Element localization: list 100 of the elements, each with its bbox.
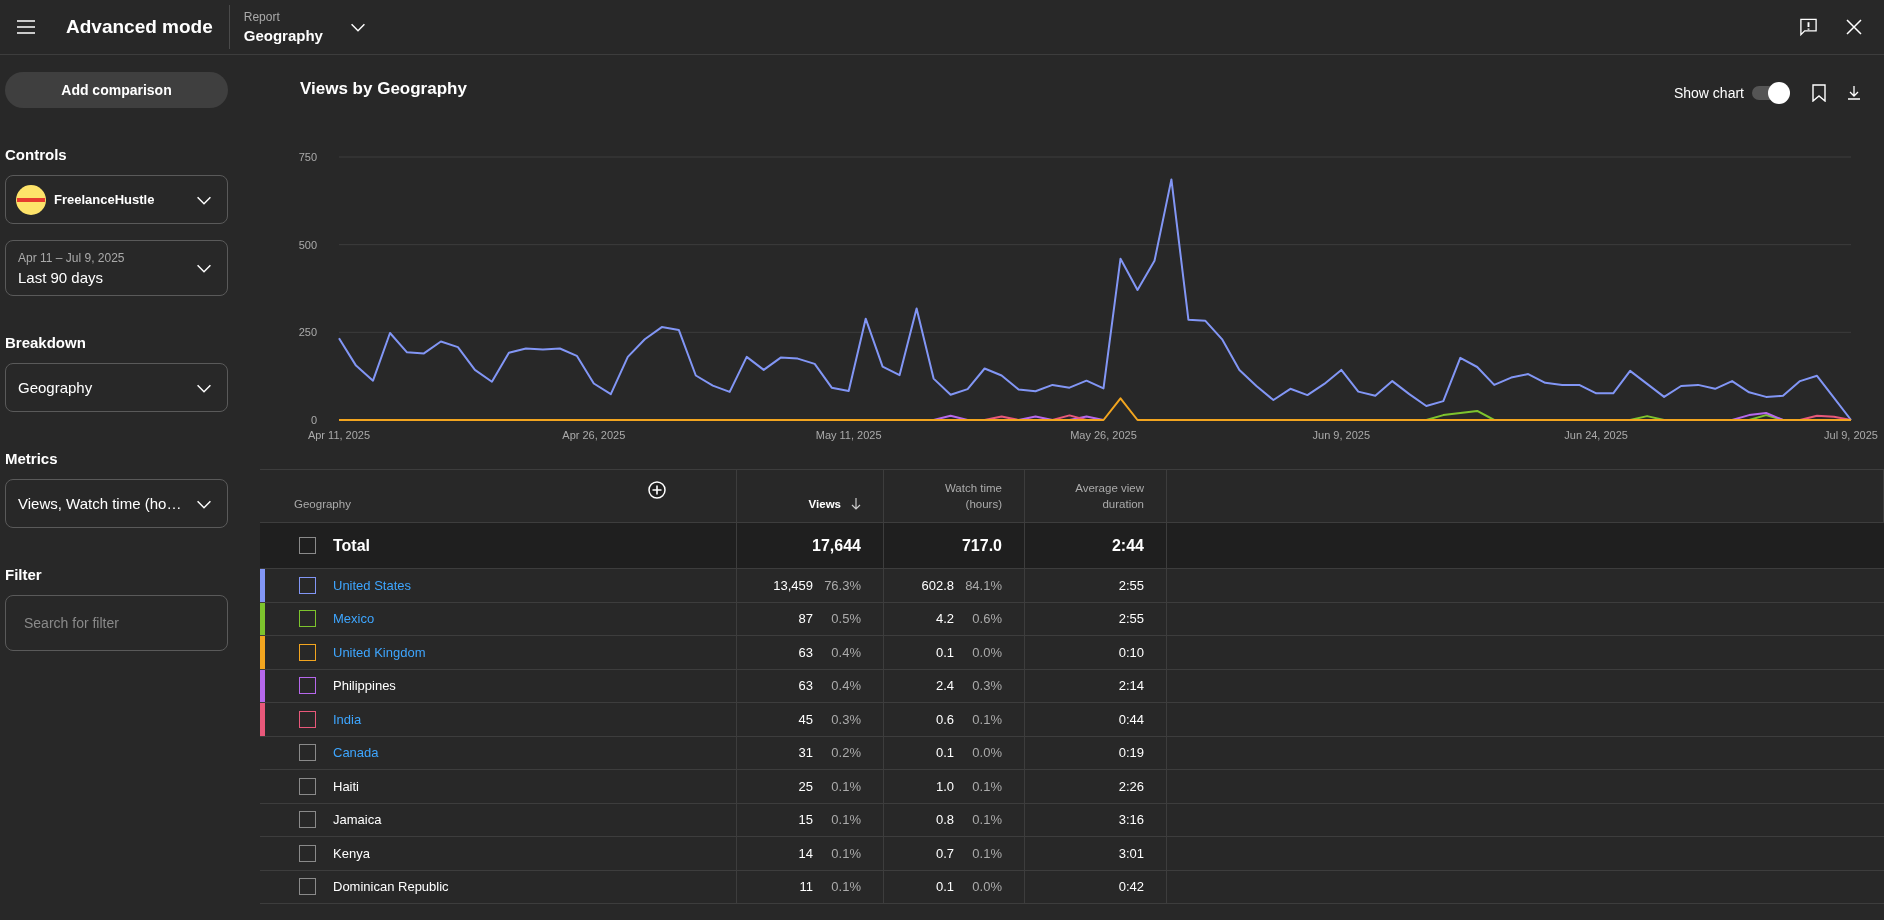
close-icon[interactable] [1846, 19, 1862, 35]
country-name: Philippines [333, 678, 396, 694]
checkbox[interactable] [299, 710, 316, 728]
watch-time-value: 602.8 [921, 577, 954, 593]
country-link[interactable]: United Kingdom [333, 644, 426, 660]
checkbox[interactable] [299, 610, 316, 628]
y-axis-label: 250 [298, 326, 317, 339]
date-range-dropdown[interactable]: Apr 11 – Jul 9, 2025 Last 90 days [5, 240, 228, 296]
checkbox[interactable] [299, 777, 316, 795]
average-duration-value: 0:19 [1118, 745, 1144, 761]
sort-arrow-icon[interactable] [851, 498, 861, 510]
bookmark-icon[interactable] [1812, 84, 1826, 102]
x-axis-label: Jun 24, 2025 [1564, 429, 1628, 441]
country-link[interactable]: Mexico [333, 611, 375, 627]
total-label: Total [333, 536, 371, 555]
country-name: Jamaica [333, 812, 382, 828]
show-chart-label: Show chart [1673, 85, 1744, 101]
country-link[interactable]: United States [333, 577, 412, 593]
column-header[interactable]: Views [808, 496, 841, 512]
views-value: 63 [798, 678, 813, 694]
add-comparison-button[interactable]: Add comparison [5, 72, 228, 108]
views-value: 14 [798, 845, 813, 861]
channel-dropdown[interactable]: FreelanceHustle [5, 175, 228, 224]
x-axis-label: Jun 9, 2025 [1312, 429, 1371, 441]
watch-time-percent: 0.1% [971, 711, 1002, 727]
checkbox[interactable] [299, 537, 316, 554]
watch-time-percent: 0.6% [971, 611, 1002, 627]
views-percent: 0.2% [830, 745, 861, 761]
checkbox[interactable] [299, 878, 316, 896]
x-axis-label: Apr 11, 2025 [307, 429, 371, 441]
views-percent: 0.4% [830, 644, 861, 660]
search-field[interactable]: Search for filter [5, 595, 228, 651]
country-name: Kenya [333, 845, 370, 861]
section-heading: Breakdown [5, 334, 87, 351]
views-percent: 76.3% [823, 577, 861, 593]
x-axis-label: May 26, 2025 [1070, 429, 1137, 441]
views-value: 11 [799, 879, 813, 895]
average-duration-value: 3:16 [1118, 812, 1144, 828]
watch-time-value: 1.0 [935, 778, 954, 794]
download-icon[interactable] [1848, 86, 1860, 100]
column-header[interactable]: Average view duration [1058, 480, 1144, 512]
select-dropdown[interactable]: Geography [5, 363, 228, 412]
views-percent: 0.1% [830, 812, 861, 828]
toggle-switch[interactable] [1752, 82, 1790, 104]
total-value: 17,644 [812, 536, 861, 555]
watch-time-percent: 0.0% [971, 879, 1002, 895]
checkbox[interactable] [299, 643, 316, 661]
views-value: 45 [798, 711, 813, 727]
watch-time-value: 0.1 [935, 745, 954, 761]
country-name: Dominican Republic [333, 879, 449, 895]
average-duration-value: 0:10 [1118, 644, 1144, 660]
country-link[interactable]: Canada [333, 745, 379, 761]
select-dropdown[interactable]: Views, Watch time (ho… [5, 479, 228, 528]
checkbox[interactable] [299, 811, 316, 829]
watch-time-percent: 84.1% [964, 577, 1002, 593]
add-column-icon[interactable] [648, 481, 666, 499]
watch-time-value: 0.1 [935, 644, 954, 660]
average-duration-value: 2:26 [1118, 778, 1144, 794]
average-duration-value: 0:44 [1118, 711, 1144, 727]
views-value: 13,459 [773, 577, 813, 593]
country-link[interactable]: India [333, 711, 362, 727]
checkbox[interactable] [299, 677, 316, 695]
average-duration-value: 2:55 [1118, 611, 1144, 627]
views-value: 25 [798, 778, 813, 794]
watch-time-value: 0.8 [935, 812, 954, 828]
watch-time-percent: 0.3% [971, 678, 1002, 694]
y-axis-label: 500 [298, 238, 317, 251]
watch-time-percent: 0.1% [971, 812, 1002, 828]
average-duration-value: 0:42 [1118, 879, 1144, 895]
views-percent: 0.1% [830, 845, 861, 861]
views-percent: 0.3% [830, 711, 861, 727]
menu-icon[interactable] [16, 19, 36, 35]
watch-time-value: 0.6 [935, 711, 954, 727]
average-duration-value: 2:55 [1118, 577, 1144, 593]
chart-title: Views by Geography [300, 79, 467, 99]
report-dropdown[interactable]: Report Geography [243, 10, 369, 44]
views-value: 87 [798, 611, 813, 627]
watch-time-value: 0.7 [935, 845, 954, 861]
section-heading: Filter [5, 566, 43, 583]
checkbox[interactable] [299, 844, 316, 862]
watch-time-value: 4.2 [935, 611, 954, 627]
section-heading: Controls [5, 146, 68, 163]
column-header[interactable]: Watch time (hours) [916, 480, 1002, 512]
x-axis-label: May 11, 2025 [815, 429, 882, 441]
column-header[interactable]: Geography [294, 496, 351, 512]
average-duration-value: 2:14 [1118, 678, 1144, 694]
channel-avatar-icon [16, 184, 46, 215]
feedback-icon[interactable] [1799, 17, 1818, 37]
section-heading: Metrics [5, 450, 59, 467]
watch-time-percent: 0.1% [971, 845, 1002, 861]
checkbox[interactable] [299, 744, 316, 762]
total-value: 2:44 [1111, 536, 1144, 555]
views-percent: 0.5% [830, 611, 861, 627]
views-value: 31 [798, 745, 813, 761]
watch-time-percent: 0.0% [971, 644, 1002, 660]
total-value: 717.0 [961, 536, 1002, 555]
x-axis-label: Apr 26, 2025 [562, 429, 626, 441]
watch-time-percent: 0.0% [971, 745, 1002, 761]
checkbox[interactable] [299, 576, 316, 594]
y-axis-label: 0 [310, 414, 317, 426]
